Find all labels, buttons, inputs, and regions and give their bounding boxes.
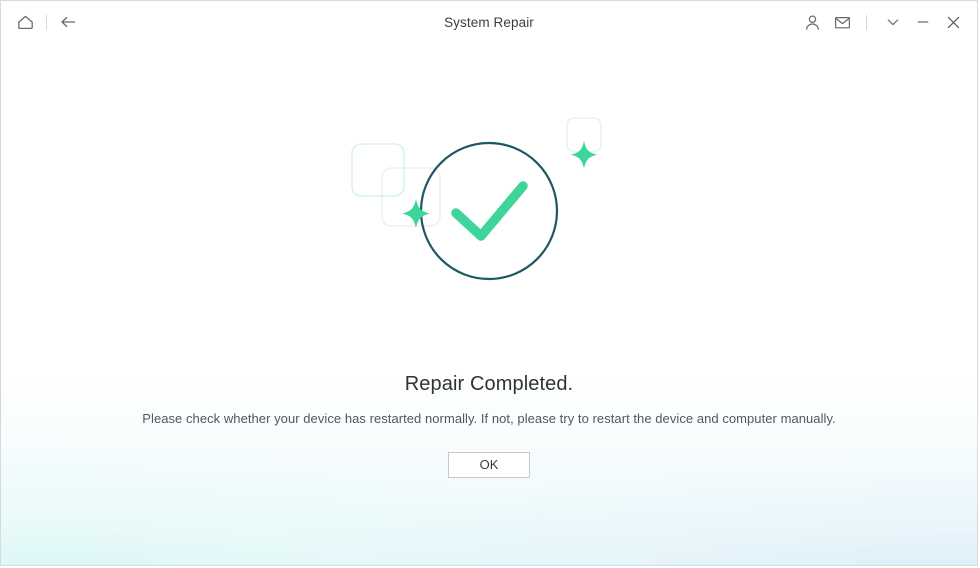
titlebar: System Repair xyxy=(1,1,977,43)
action-row: OK xyxy=(1,452,977,478)
illustration-area xyxy=(1,111,977,311)
back-button[interactable] xyxy=(55,9,81,35)
app-window: System Repair Repair Completed. Please c… xyxy=(0,0,978,566)
close-icon xyxy=(944,13,963,32)
mail-button[interactable] xyxy=(829,9,855,35)
result-headline: Repair Completed. xyxy=(404,373,574,395)
message-block: Repair Completed. Please check whether y… xyxy=(1,373,977,478)
sparkle-icon-left xyxy=(402,199,430,228)
titlebar-divider-right xyxy=(866,14,867,30)
person-icon xyxy=(803,13,822,32)
home-icon xyxy=(16,13,35,32)
titlebar-left-controls xyxy=(1,9,81,35)
minimize-icon xyxy=(914,13,932,31)
decor-square-mint xyxy=(351,143,405,197)
minimize-button[interactable] xyxy=(910,9,936,35)
result-description: Please check whether your device has res… xyxy=(142,411,836,426)
chevron-down-icon xyxy=(884,13,902,31)
envelope-icon xyxy=(833,13,852,32)
ok-button[interactable]: OK xyxy=(448,452,530,478)
close-button[interactable] xyxy=(940,9,966,35)
sparkle-icon-right xyxy=(570,141,598,169)
arrow-left-icon xyxy=(58,12,78,32)
checkmark-icon xyxy=(451,181,528,241)
repair-success-illustration xyxy=(339,111,639,311)
home-button[interactable] xyxy=(12,9,38,35)
titlebar-divider-left xyxy=(46,14,47,30)
success-circle xyxy=(419,141,559,281)
account-button[interactable] xyxy=(799,9,825,35)
more-button[interactable] xyxy=(880,9,906,35)
titlebar-right-controls xyxy=(795,9,977,35)
